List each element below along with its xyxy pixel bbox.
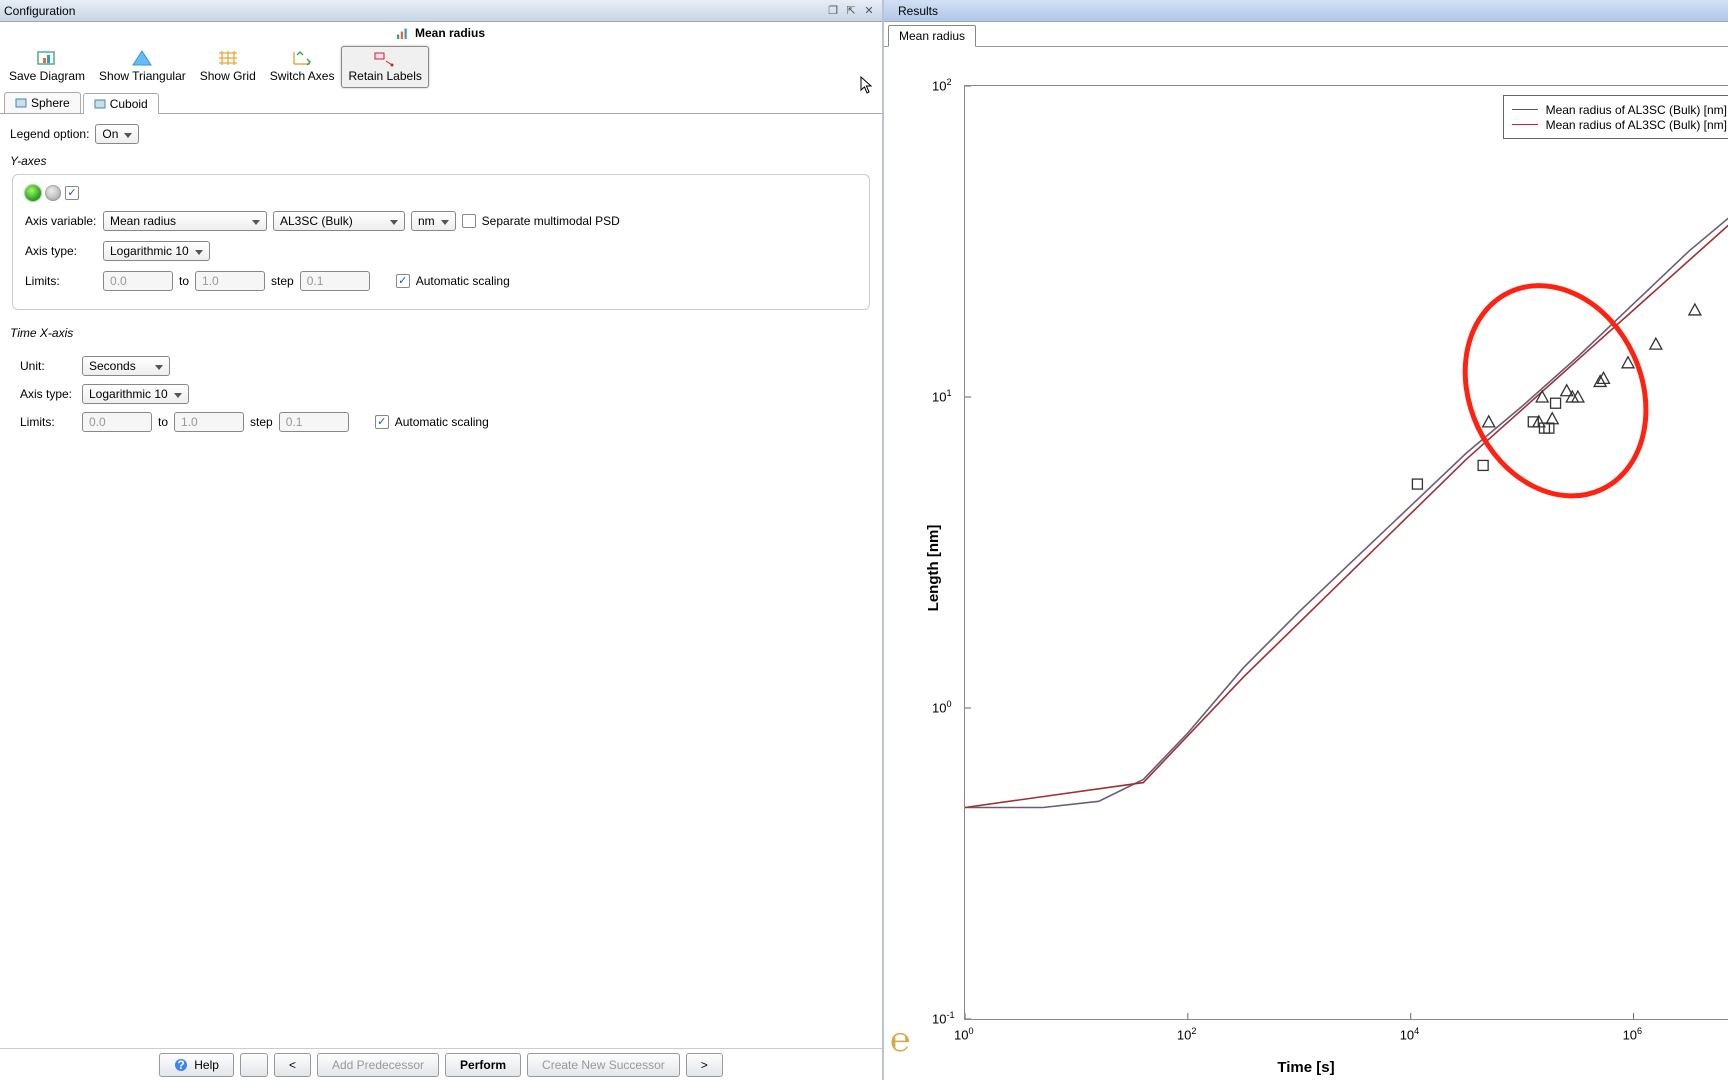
show-grid-button[interactable]: Show Grid — [193, 46, 263, 88]
perform-button[interactable]: Perform — [445, 1053, 521, 1077]
step-value-x[interactable]: 0.1 — [279, 412, 349, 432]
axis-type-select-x[interactable]: Logarithmic 10 — [82, 384, 189, 404]
result-tabs: Mean radius — [884, 22, 1728, 47]
shape-tabs: Sphere Cuboid — [0, 90, 882, 113]
limits-to-x[interactable]: 1.0 — [174, 412, 244, 432]
save-diagram-icon — [34, 49, 60, 67]
remove-series-icon[interactable] — [45, 185, 61, 201]
add-predecessor-button[interactable]: Add Predecessor — [317, 1053, 439, 1077]
legend-option-label: Legend option: — [10, 127, 89, 141]
axis-variable-label: Axis variable: — [25, 214, 97, 228]
limits-from-y[interactable]: 0.0 — [103, 271, 173, 291]
x-tick: 104 — [1400, 1026, 1420, 1042]
axis-phase-select[interactable]: AL3SC (Bulk) — [273, 211, 405, 231]
y-tick: 101 — [932, 388, 952, 404]
save-diagram-button[interactable]: Save Diagram — [2, 46, 92, 88]
form-area: Legend option: On Y-axes Axis variable: … — [0, 113, 882, 1048]
window-pin-icon[interactable]: ⇱ — [842, 4, 860, 18]
config-subtitle-bar: Mean radius — [0, 22, 882, 44]
tab-sphere[interactable]: Sphere — [4, 92, 81, 113]
legend-row: Mean radius of AL3SC (Bulk) [nm] — [1512, 117, 1727, 132]
help-button[interactable]: ? Help — [159, 1053, 234, 1077]
x-tick: 102 — [1177, 1026, 1197, 1042]
result-tab-mean-radius[interactable]: Mean radius — [888, 25, 976, 47]
auto-scaling-checkbox-x[interactable] — [375, 415, 389, 429]
legend-option-select[interactable]: On — [95, 124, 139, 144]
svg-text:?: ? — [178, 1058, 185, 1072]
legend-row: Mean radius of AL3SC (Bulk) [nm] — [1512, 102, 1727, 117]
limits-label-x: Limits: — [20, 415, 76, 429]
grid-icon — [215, 49, 241, 67]
cuboid-tab-icon — [94, 98, 106, 110]
window-restore-icon[interactable]: ❐ — [824, 4, 842, 18]
chart-frame — [964, 85, 1728, 1020]
logo: ℮ — [890, 1022, 910, 1060]
step-label-x: step — [250, 415, 273, 429]
separate-psd-checkbox[interactable] — [462, 214, 476, 228]
chart-plot — [965, 86, 1728, 1019]
x-axis-label: Time [s] — [1277, 1059, 1334, 1076]
step-value-y[interactable]: 0.1 — [300, 271, 370, 291]
y-axes-group: Axis variable: Mean radius AL3SC (Bulk) … — [12, 174, 870, 310]
results-title-bar: Results — [884, 0, 1728, 22]
y-axes-label: Y-axes — [10, 154, 872, 168]
axis-type-label-y: Axis type: — [25, 244, 97, 258]
auto-scaling-label-x: Automatic scaling — [395, 415, 489, 429]
y-axis-label: Length [nm] — [925, 524, 942, 611]
config-title: Configuration — [4, 4, 824, 18]
switch-axes-button[interactable]: Switch Axes — [263, 46, 342, 88]
create-successor-button[interactable]: Create New Successor — [527, 1053, 680, 1077]
y-tick: 102 — [932, 77, 952, 93]
next-button[interactable]: > — [686, 1053, 723, 1077]
chart-area: Length [nm] Time [s] 10-1100101102 10010… — [884, 55, 1728, 1080]
bottom-bar: ? Help < Add Predecessor Perform Create … — [0, 1048, 882, 1080]
retain-labels-button[interactable]: Retain Labels — [341, 46, 428, 88]
config-title-bar: Configuration ❐ ⇱ ✕ — [0, 0, 882, 22]
chart-icon — [397, 27, 409, 39]
unit-label-x: Unit: — [20, 359, 76, 373]
limits-label-y: Limits: — [25, 274, 97, 288]
series-enabled-checkbox[interactable] — [65, 186, 79, 200]
toolbar: Save Diagram Show Triangular Show Grid S… — [0, 44, 882, 90]
auto-scaling-label-y: Automatic scaling — [416, 274, 510, 288]
limits-to-y[interactable]: 1.0 — [195, 271, 265, 291]
x-tick: 106 — [1623, 1026, 1643, 1042]
blank-button[interactable] — [240, 1053, 268, 1077]
show-triangular-button[interactable]: Show Triangular — [92, 46, 193, 88]
y-tick: 10-1 — [932, 1010, 955, 1026]
window-close-icon[interactable]: ✕ — [860, 4, 878, 18]
chart-legend: Mean radius of AL3SC (Bulk) [nm] Mean ra… — [1503, 95, 1728, 139]
separate-psd-label: Separate multimodal PSD — [482, 214, 620, 228]
config-subtitle: Mean radius — [415, 26, 485, 40]
sphere-tab-icon — [15, 97, 27, 109]
help-icon: ? — [174, 1058, 188, 1072]
axis-unit-select[interactable]: nm — [411, 211, 456, 231]
switch-axes-icon — [289, 49, 315, 67]
limits-from-x[interactable]: 0.0 — [82, 412, 152, 432]
unit-select-x[interactable]: Seconds — [82, 356, 170, 376]
to-label-y: to — [179, 274, 189, 288]
retain-labels-icon — [372, 49, 398, 67]
step-label-y: step — [271, 274, 294, 288]
results-title: Results — [888, 4, 1724, 18]
time-x-axis-label: Time X-axis — [10, 326, 872, 340]
axis-type-label-x: Axis type: — [20, 387, 76, 401]
tab-cuboid[interactable]: Cuboid — [83, 93, 159, 114]
prev-button[interactable]: < — [274, 1053, 311, 1077]
triangular-icon — [129, 49, 155, 67]
auto-scaling-checkbox-y[interactable] — [396, 274, 410, 288]
axis-type-select-y[interactable]: Logarithmic 10 — [103, 241, 210, 261]
axis-variable-select[interactable]: Mean radius — [103, 211, 267, 231]
x-tick: 100 — [954, 1026, 974, 1042]
add-series-icon[interactable] — [25, 185, 41, 201]
y-tick: 100 — [932, 699, 952, 715]
to-label-x: to — [158, 415, 168, 429]
